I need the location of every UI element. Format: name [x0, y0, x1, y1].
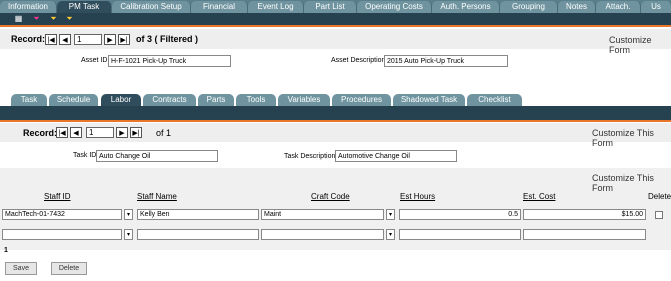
tab-pm-task[interactable]: PM Task [57, 1, 112, 13]
grid-customize-link[interactable]: Customize This Form [592, 173, 671, 193]
row1-est-hours[interactable]: 0.5 [399, 209, 521, 220]
asset-id-label: Asset ID [81, 57, 108, 64]
row2-staff-id[interactable] [2, 229, 122, 240]
toolbar: ▦ ⏷ ⏷ ⏷ [0, 13, 671, 25]
customize-this-form-link[interactable]: Customize This Form [592, 128, 671, 148]
tab-information[interactable]: Information [0, 1, 57, 13]
task-id-field[interactable]: Auto Change Oil [96, 150, 218, 162]
row1-staff-id[interactable]: MachTech-01-7432 [2, 209, 122, 220]
tab-grouping[interactable]: Grouping [500, 1, 558, 13]
tab-calibration-setup[interactable]: Calibration Setup [112, 1, 191, 13]
row2-staff-name[interactable] [137, 229, 259, 240]
tab-parts[interactable]: Parts [198, 94, 234, 106]
accent-divider-2 [0, 120, 671, 122]
tab-shadowed-task[interactable]: Shadowed Task [393, 94, 465, 106]
first-record-button-2[interactable]: |◀ [56, 127, 68, 138]
tab-us[interactable]: Us [641, 1, 671, 13]
task-id-label: Task ID [73, 152, 97, 159]
next-record-button-2[interactable]: ▶ [116, 127, 128, 138]
row1-craft-code[interactable]: Maint [261, 209, 384, 220]
header-est-cost[interactable]: Est. Cost [523, 192, 555, 201]
record-navigator-2: Record: |◀ ◀ 1 ▶ ▶| of 1 Customize This … [0, 123, 671, 148]
header-staff-id[interactable]: Staff ID [44, 192, 71, 201]
tab-procedures[interactable]: Procedures [332, 94, 391, 106]
tab-variables[interactable]: Variables [278, 94, 330, 106]
sub-tab-bar: Task Schedule Labor Contracts Parts Tool… [0, 94, 671, 106]
tab-attach[interactable]: Attach. [596, 1, 641, 13]
save-button[interactable]: Save [5, 262, 37, 275]
tab-part-list[interactable]: Part List [304, 1, 357, 13]
tab-event-log[interactable]: Event Log [248, 1, 304, 13]
record-label: Record: [11, 34, 46, 44]
first-record-button[interactable]: |◀ [45, 34, 57, 45]
tab-labor[interactable]: Labor [101, 94, 141, 106]
row2-craft-code-dropdown-icon[interactable]: ▾ [386, 229, 395, 240]
record-number-input[interactable]: 1 [74, 34, 102, 45]
filter-apply-icon[interactable]: ⏷ [65, 15, 74, 23]
sub-toolbar [0, 106, 671, 120]
prev-record-button[interactable]: ◀ [59, 34, 71, 45]
record-navigator: Record: |◀ ◀ 1 ▶ ▶| of 3 ( Filtered ) Cu… [0, 29, 671, 55]
tab-operating-costs[interactable]: Operating Costs [357, 1, 432, 13]
tab-auth-persons[interactable]: Auth. Persons [432, 1, 500, 13]
next-record-button[interactable]: ▶ [104, 34, 116, 45]
header-delete: Delete [648, 192, 671, 201]
record-label-2: Record: [23, 128, 58, 138]
record-number-input-2[interactable]: 1 [86, 127, 114, 138]
task-description-field[interactable]: Automotive Change Oil [335, 150, 457, 162]
row2-est-cost[interactable] [523, 229, 646, 240]
last-record-button[interactable]: ▶| [118, 34, 130, 45]
row1-craft-code-dropdown-icon[interactable]: ▾ [386, 209, 395, 220]
last-record-button-2[interactable]: ▶| [130, 127, 142, 138]
tab-schedule[interactable]: Schedule [49, 94, 98, 106]
row1-staff-id-dropdown-icon[interactable]: ▾ [124, 209, 133, 220]
tab-notes[interactable]: Notes [558, 1, 596, 13]
task-description-label: Task Description [284, 153, 336, 160]
top-tab-bar: Information PM Task Calibration Setup Fi… [0, 0, 671, 13]
header-est-hours[interactable]: Est Hours [400, 192, 435, 201]
asset-description-field[interactable]: 2015 Auto Pick-Up Truck [384, 55, 508, 67]
row1-delete-checkbox[interactable] [655, 211, 663, 219]
asset-description-label: Asset Description [331, 57, 386, 64]
header-craft-code[interactable]: Craft Code [311, 192, 350, 201]
tab-task[interactable]: Task [11, 94, 47, 106]
accent-divider [0, 25, 671, 27]
filter-icon[interactable]: ⏷ [49, 15, 58, 23]
header-staff-name[interactable]: Staff Name [137, 192, 177, 201]
tab-tools[interactable]: Tools [236, 94, 276, 106]
customize-form-link[interactable]: Customize Form [609, 35, 671, 55]
row2-craft-code[interactable] [261, 229, 384, 240]
record-count: of 3 ( Filtered ) [136, 34, 199, 44]
prev-record-button-2[interactable]: ◀ [70, 127, 82, 138]
delete-button[interactable]: Delete [51, 262, 87, 275]
grid-icon[interactable]: ▦ [14, 15, 23, 23]
tab-contracts[interactable]: Contracts [143, 94, 196, 106]
tab-checklist[interactable]: Checklist [467, 94, 522, 106]
row1-est-cost[interactable]: $15.00 [523, 209, 646, 220]
tab-financial[interactable]: Financial [191, 1, 248, 13]
record-count-2: of 1 [156, 128, 172, 138]
filter-clear-icon[interactable]: ⏷ [32, 15, 41, 23]
row1-staff-name[interactable]: Kelly Ben [137, 209, 259, 220]
row2-staff-id-dropdown-icon[interactable]: ▾ [124, 229, 133, 240]
asset-id-field[interactable]: H-F-1021 Pick-Up Truck [108, 55, 231, 67]
row-count: 1 [4, 247, 8, 254]
row2-est-hours[interactable] [399, 229, 521, 240]
